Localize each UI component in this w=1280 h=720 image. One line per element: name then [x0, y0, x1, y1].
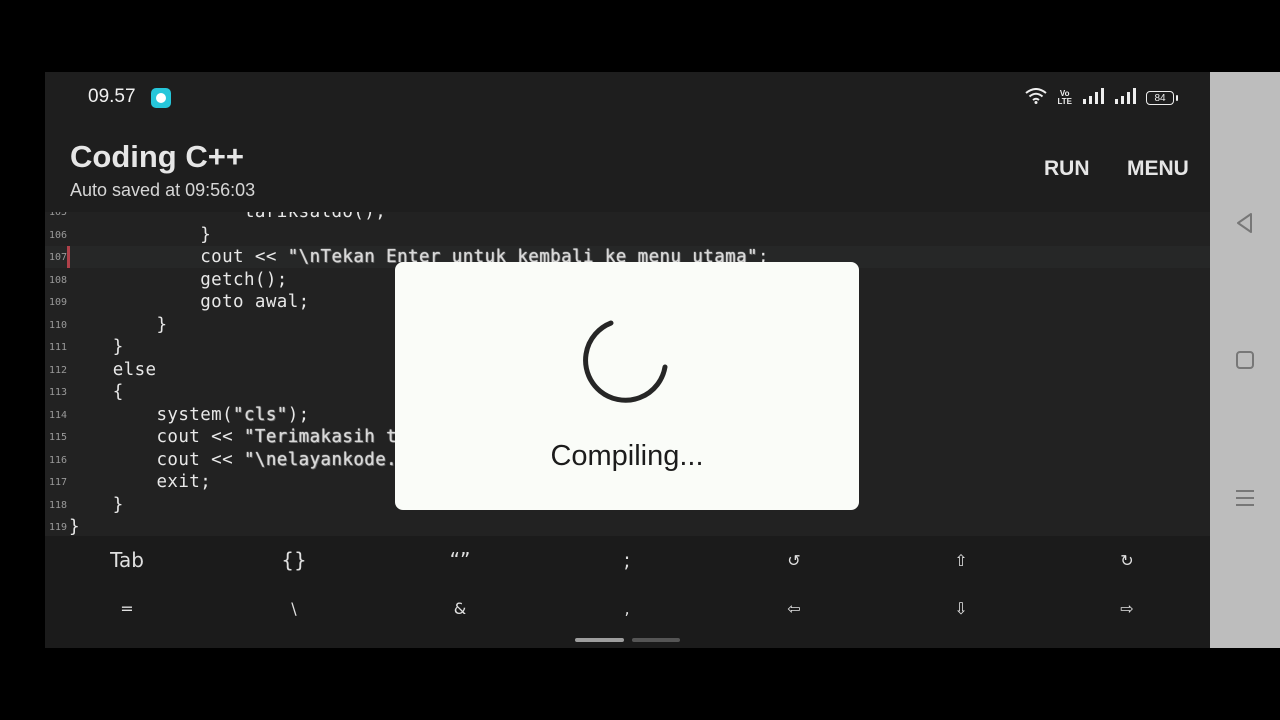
- code-line[interactable]: 119}: [45, 516, 1210, 536]
- line-number: 105: [48, 212, 67, 218]
- progress-spinner-icon: [583, 320, 668, 403]
- extra-key[interactable]: ,: [587, 588, 667, 628]
- string-literal: "cls": [233, 404, 288, 425]
- code-text: }: [69, 314, 167, 336]
- extra-key[interactable]: &: [420, 588, 500, 628]
- battery-icon: 84: [1146, 91, 1178, 105]
- code-token: tariksaldo();: [69, 212, 387, 222]
- back-icon[interactable]: [1230, 208, 1260, 238]
- line-number: 106: [48, 229, 67, 241]
- line-number: 109: [48, 297, 67, 308]
- extra-keys-bar: Tab {} “”; ↺ ⇧ ↻ = \ &, ⇦ ⇩ ⇨: [45, 536, 1210, 648]
- signal-icon: [1114, 87, 1136, 109]
- extra-key[interactable]: ↺: [754, 540, 834, 580]
- code-text: {: [69, 381, 124, 403]
- extra-key[interactable]: ⇩: [921, 588, 1001, 628]
- code-text: }: [69, 516, 80, 536]
- extra-key[interactable]: ⇦: [754, 588, 834, 628]
- code-text: exit;: [69, 471, 211, 493]
- autosave-status: Auto saved at 09:56:03: [70, 180, 256, 200]
- gesture-indicator: [575, 638, 680, 642]
- app-title: Coding C++: [70, 139, 244, 174]
- menu-button[interactable]: MENU: [1127, 157, 1189, 181]
- extra-key[interactable]: =: [87, 588, 167, 628]
- line-number: 114: [48, 409, 67, 421]
- run-button[interactable]: RUN: [1044, 157, 1090, 181]
- code-token: cout <<: [69, 449, 244, 470]
- code-token: goto awal;: [69, 292, 310, 312]
- line-number: 115: [48, 432, 67, 443]
- string-literal: "\nelayankode.: [243, 449, 398, 470]
- extra-key[interactable]: ↻: [1087, 540, 1167, 580]
- extra-key[interactable]: ;: [587, 540, 667, 580]
- line-number: 118: [48, 499, 67, 511]
- compiling-dialog: Compiling...: [395, 262, 859, 510]
- code-text: else: [69, 359, 157, 381]
- extra-key[interactable]: ⇧: [921, 540, 1001, 580]
- line-number: 107: [48, 252, 67, 263]
- code-token: getch();: [69, 269, 288, 290]
- string-literal: "Terimakasih t: [243, 427, 398, 447]
- code-text: tariksaldo();: [69, 212, 386, 223]
- wifi-icon: [1025, 87, 1048, 109]
- extra-key[interactable]: {}: [254, 540, 334, 580]
- code-token: else: [69, 359, 157, 380]
- code-text: system("cls");: [69, 404, 310, 426]
- battery-level: 84: [1154, 92, 1166, 104]
- code-token: cout <<: [69, 247, 288, 267]
- navigation-bar: [1210, 72, 1280, 648]
- code-token: }: [69, 224, 212, 245]
- line-number: 110: [48, 319, 67, 331]
- code-token: }: [69, 314, 168, 335]
- code-token: cout <<: [69, 427, 244, 447]
- code-token: }: [69, 494, 124, 515]
- extra-key[interactable]: “”: [420, 540, 500, 580]
- code-text: goto awal;: [69, 291, 310, 313]
- home-icon[interactable]: [1230, 345, 1260, 375]
- dialog-message: Compiling...: [550, 440, 704, 472]
- code-token: {: [69, 382, 124, 402]
- line-number: 116: [48, 454, 67, 466]
- code-token: exit;: [69, 472, 212, 492]
- code-line[interactable]: 106 }: [45, 224, 1210, 246]
- code-text: }: [69, 224, 211, 246]
- status-bar: 09.57 Vo LTE 84: [45, 72, 1210, 122]
- code-token: system(: [69, 404, 234, 425]
- code-text: }: [69, 494, 124, 516]
- line-number: 111: [48, 342, 67, 353]
- status-time: 09.57: [88, 86, 136, 107]
- code-token: );: [287, 404, 310, 425]
- gesture-indicator-active: [575, 638, 624, 642]
- app-bar: Coding C++ Auto saved at 09:56:03 RUN ME…: [45, 122, 1210, 212]
- notification-app-icon: [151, 88, 171, 108]
- signal-icon: [1082, 87, 1104, 109]
- code-token: }: [69, 337, 124, 357]
- line-number: 119: [48, 522, 67, 533]
- line-number: 112: [48, 364, 67, 376]
- code-line[interactable]: 105 tariksaldo();: [45, 212, 1210, 223]
- recents-icon[interactable]: [1230, 483, 1260, 513]
- volte-label-bottom: LTE: [1057, 97, 1072, 106]
- code-text: cout << "\nelayankode.: [69, 449, 397, 471]
- volte-icon: Vo LTE: [1057, 90, 1072, 106]
- code-text: }: [69, 336, 124, 358]
- line-number: 117: [48, 477, 67, 488]
- code-text: getch();: [69, 269, 288, 291]
- line-number: 108: [48, 274, 67, 286]
- line-number: 113: [48, 387, 67, 398]
- gesture-indicator-inactive: [632, 638, 680, 642]
- code-text: cout << "Terimakasih t: [69, 426, 397, 448]
- code-token: }: [69, 517, 80, 536]
- status-icons: Vo LTE 84: [1025, 87, 1178, 109]
- extra-key[interactable]: Tab: [87, 540, 167, 580]
- extra-key[interactable]: ⇨: [1087, 588, 1167, 628]
- extra-key[interactable]: \: [254, 588, 334, 628]
